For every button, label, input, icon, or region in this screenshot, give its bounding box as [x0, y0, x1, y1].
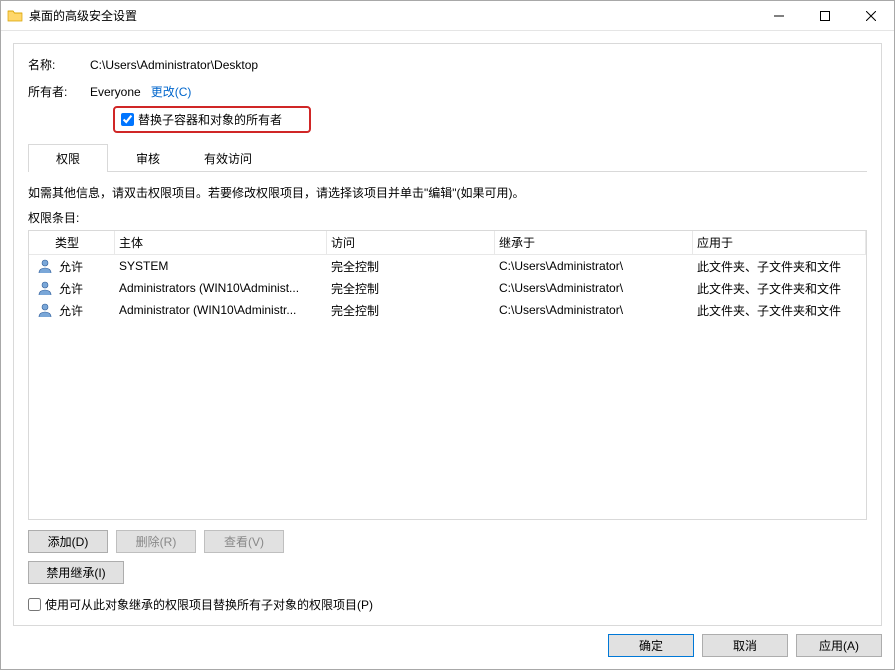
- owner-row: 所有者: Everyone 更改(C): [28, 83, 867, 100]
- entry-type: 允许: [29, 302, 115, 319]
- titlebar: 桌面的高级安全设置: [1, 1, 894, 31]
- col-access[interactable]: 访问: [327, 231, 495, 254]
- main-panel: 名称: C:\Users\Administrator\Desktop 所有者: …: [13, 43, 882, 626]
- name-label: 名称:: [28, 56, 90, 73]
- permission-entry[interactable]: 允许SYSTEM完全控制C:\Users\Administrator\此文件夹、…: [29, 255, 866, 277]
- entry-type: 允许: [29, 258, 115, 275]
- entry-inherited-from: C:\Users\Administrator\: [495, 303, 693, 317]
- permission-entry[interactable]: 允许Administrator (WIN10\Administr...完全控制C…: [29, 299, 866, 321]
- entry-access: 完全控制: [327, 302, 495, 319]
- add-button[interactable]: 添加(D): [28, 530, 108, 553]
- entry-principal: Administrator (WIN10\Administr...: [115, 303, 327, 317]
- close-button[interactable]: [848, 1, 894, 30]
- owner-value: Everyone: [90, 85, 141, 99]
- disable-inherit-button[interactable]: 禁用继承(I): [28, 561, 124, 584]
- name-row: 名称: C:\Users\Administrator\Desktop: [28, 56, 867, 73]
- tab-effective[interactable]: 有效访问: [188, 144, 268, 172]
- ok-button[interactable]: 确定: [608, 634, 694, 657]
- entry-inherited-from: C:\Users\Administrator\: [495, 281, 693, 295]
- remove-button: 删除(R): [116, 530, 196, 553]
- entry-applies-to: 此文件夹、子文件夹和文件: [693, 302, 866, 319]
- minimize-button[interactable]: [756, 1, 802, 30]
- permissions-list[interactable]: 类型 主体 访问 继承于 应用于 允许SYSTEM完全控制C:\Users\Ad…: [28, 230, 867, 520]
- dialog-footer: 确定 取消 应用(A): [13, 626, 882, 657]
- permission-entry[interactable]: 允许Administrators (WIN10\Administ...完全控制C…: [29, 277, 866, 299]
- entry-applies-to: 此文件夹、子文件夹和文件: [693, 280, 866, 297]
- entry-type: 允许: [29, 280, 115, 297]
- folder-icon: [1, 8, 29, 24]
- owner-label: 所有者:: [28, 83, 90, 100]
- replace-owner-checkbox-row[interactable]: 替换子容器和对象的所有者: [113, 106, 311, 133]
- entry-principal: SYSTEM: [115, 259, 327, 273]
- name-value: C:\Users\Administrator\Desktop: [90, 58, 258, 72]
- replace-child-perms-checkbox[interactable]: [28, 598, 41, 611]
- list-header: 类型 主体 访问 继承于 应用于: [29, 231, 866, 255]
- maximize-button[interactable]: [802, 1, 848, 30]
- entry-applies-to: 此文件夹、子文件夹和文件: [693, 258, 866, 275]
- col-applies-to[interactable]: 应用于: [693, 231, 866, 254]
- replace-owner-checkbox[interactable]: [121, 113, 134, 126]
- entry-access: 完全控制: [327, 280, 495, 297]
- section-label: 权限条目:: [28, 209, 867, 226]
- entry-access: 完全控制: [327, 258, 495, 275]
- change-owner-link[interactable]: 更改(C): [151, 83, 192, 100]
- info-text: 如需其他信息，请双击权限项目。若要修改权限项目，请选择该项目并单击"编辑"(如果…: [28, 184, 867, 201]
- entry-inherited-from: C:\Users\Administrator\: [495, 259, 693, 273]
- apply-button[interactable]: 应用(A): [796, 634, 882, 657]
- col-type[interactable]: 类型: [29, 231, 115, 254]
- tabstrip: 权限 审核 有效访问: [28, 143, 867, 172]
- tab-audit[interactable]: 审核: [108, 144, 188, 172]
- col-principal[interactable]: 主体: [115, 231, 327, 254]
- replace-child-perms-label: 使用可从此对象继承的权限项目替换所有子对象的权限项目(P): [45, 596, 373, 613]
- cancel-button[interactable]: 取消: [702, 634, 788, 657]
- replace-child-perms-row[interactable]: 使用可从此对象继承的权限项目替换所有子对象的权限项目(P): [28, 596, 867, 613]
- view-button: 查看(V): [204, 530, 284, 553]
- replace-owner-label: 替换子容器和对象的所有者: [138, 111, 282, 128]
- window-title: 桌面的高级安全设置: [29, 7, 756, 24]
- entry-principal: Administrators (WIN10\Administ...: [115, 281, 327, 295]
- tab-permissions[interactable]: 权限: [28, 144, 108, 172]
- col-inherited-from[interactable]: 继承于: [495, 231, 693, 254]
